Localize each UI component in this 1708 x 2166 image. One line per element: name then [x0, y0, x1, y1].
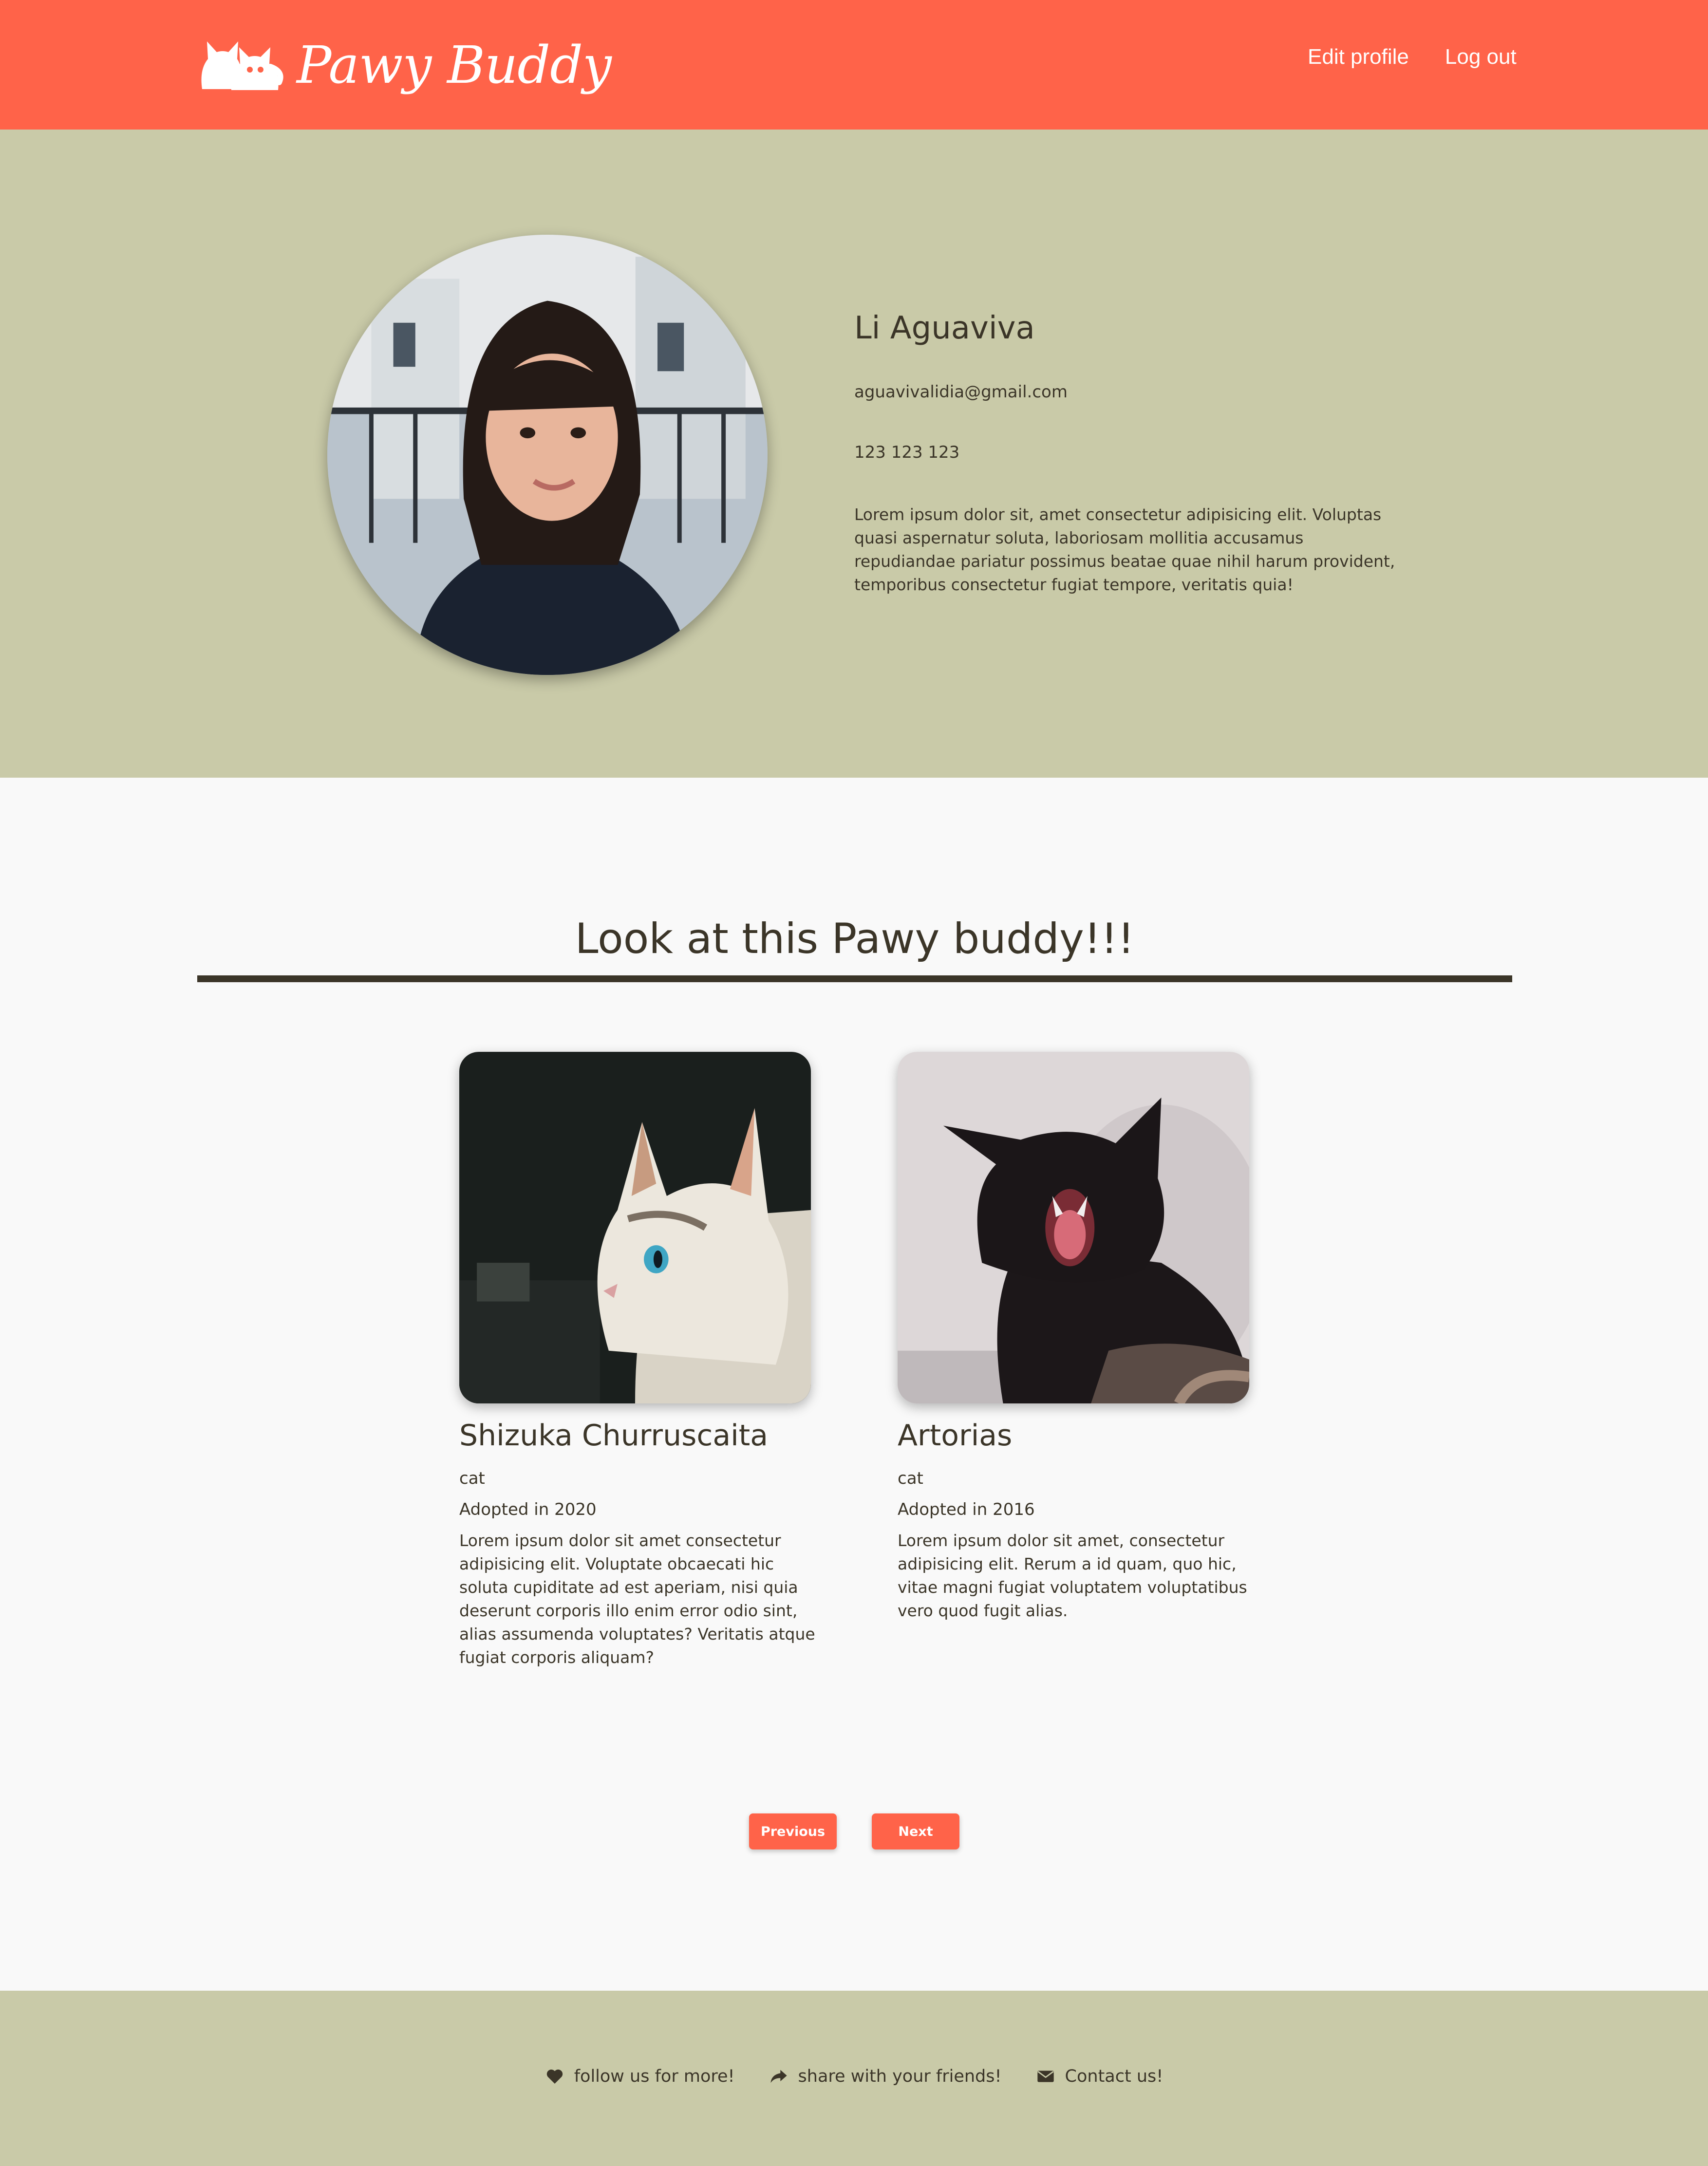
pet-photo	[898, 1052, 1249, 1403]
previous-button[interactable]: Previous	[749, 1813, 837, 1849]
pet-description: Lorem ipsum dolor sit amet, consectetur …	[898, 1531, 1247, 1620]
section-divider	[197, 975, 1512, 982]
navbar: Pawy Buddy Edit profile Log out	[0, 0, 1708, 130]
pets-section-title: Look at this Pawy buddy!!!	[575, 915, 1135, 963]
contact-us-link[interactable]: Contact us!	[1036, 2067, 1164, 2086]
profile-email: aguavivalidia@gmail.com	[854, 382, 1068, 402]
share-label: share with your friends!	[798, 2067, 1002, 2086]
profile-photo	[327, 235, 768, 675]
avatar	[327, 235, 768, 675]
follow-us-label: follow us for more!	[574, 2067, 735, 2086]
profile-phone: 123 123 123	[854, 442, 960, 462]
brand-logo[interactable]: Pawy Buddy	[197, 23, 612, 106]
brand-name: Pawy Buddy	[297, 35, 612, 95]
pet-species: cat	[898, 1469, 923, 1488]
cats-logo-icon	[201, 41, 283, 90]
black-cat-photo	[898, 1052, 1249, 1403]
contact-us-label: Contact us!	[1065, 2067, 1164, 2086]
pet-card: Shizuka Churruscaita cat Adopted in 2020…	[459, 1052, 820, 1669]
heart-icon	[546, 2069, 563, 2084]
pet-adopted: Adopted in 2016	[898, 1500, 1035, 1519]
pet-adopted: Adopted in 2020	[459, 1500, 597, 1519]
profile-name: Li Aguaviva	[854, 310, 1035, 346]
log-out-link[interactable]: Log out	[1445, 45, 1517, 69]
edit-profile-link[interactable]: Edit profile	[1308, 45, 1409, 69]
profile-section: Li Aguaviva aguavivalidia@gmail.com 123 …	[0, 130, 1708, 778]
pet-name: Shizuka Churruscaita	[459, 1419, 769, 1453]
pet-description: Lorem ipsum dolor sit amet consectetur a…	[459, 1531, 815, 1667]
share-icon	[770, 2070, 787, 2083]
nav-links: Edit profile Log out	[1308, 45, 1517, 69]
pet-card: Artorias cat Adopted in 2016 Lorem ipsum…	[898, 1052, 1258, 1623]
profile-bio: Lorem ipsum dolor sit, amet consectetur …	[854, 504, 1395, 594]
pet-name: Artorias	[898, 1419, 1013, 1453]
footer-links: follow us for more! share with your frie…	[0, 2067, 1708, 2086]
white-cat-photo	[459, 1052, 811, 1403]
follow-us-link[interactable]: follow us for more!	[545, 2067, 735, 2086]
envelope-icon	[1037, 2071, 1054, 2082]
share-link[interactable]: share with your friends!	[769, 2067, 1002, 2086]
pet-photo	[459, 1052, 811, 1403]
pet-species: cat	[459, 1469, 485, 1488]
next-button[interactable]: Next	[872, 1813, 959, 1849]
profile-info: Li Aguaviva aguavivalidia@gmail.com 123 …	[854, 310, 1409, 597]
footer: follow us for more! share with your frie…	[0, 1991, 1708, 2166]
